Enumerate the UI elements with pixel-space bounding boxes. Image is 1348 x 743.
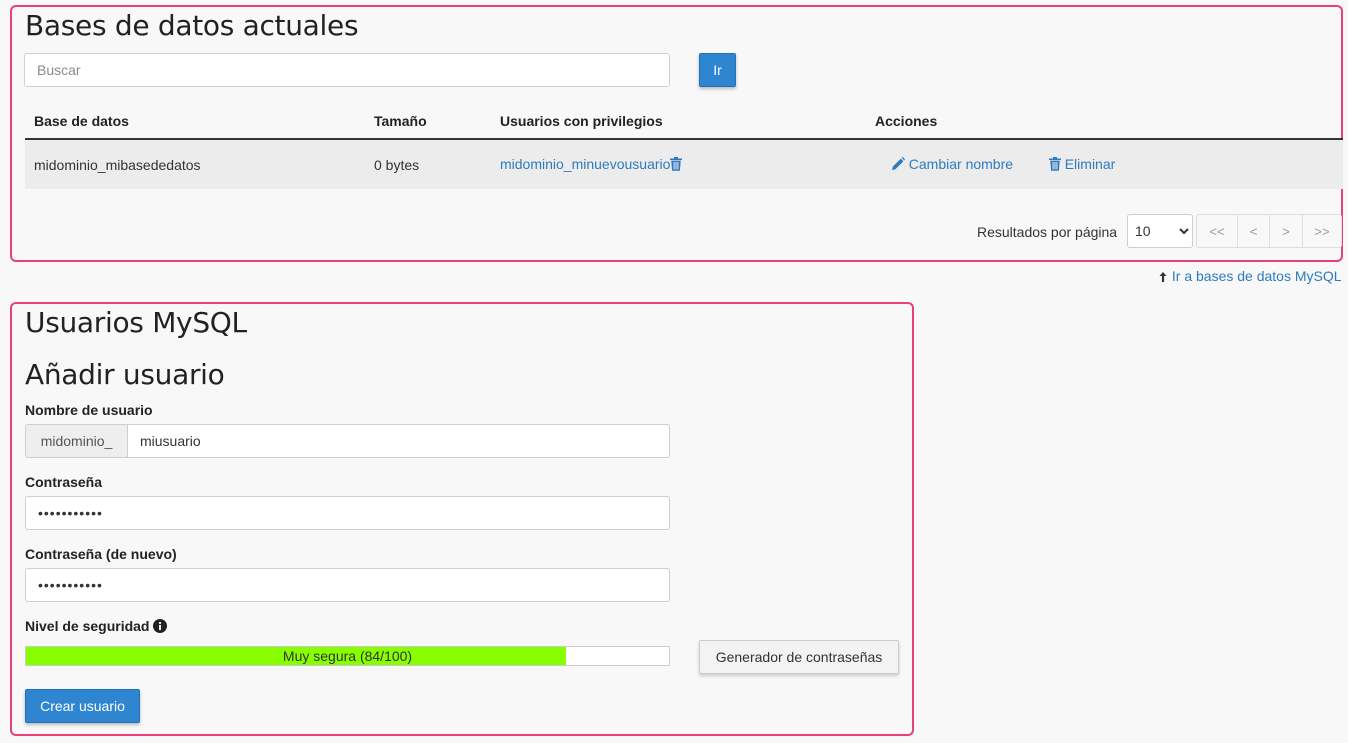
table-header-row: Base de datos Tamaño Usuarios con privil… bbox=[25, 103, 1343, 140]
prev-page-button[interactable]: < bbox=[1237, 214, 1270, 248]
rename-database-link[interactable]: Cambiar nombre bbox=[891, 156, 1017, 172]
strength-label: Nivel de seguridad bbox=[25, 618, 168, 636]
search-go-button[interactable]: Ir bbox=[699, 53, 736, 87]
last-page-button[interactable]: >> bbox=[1302, 214, 1342, 248]
strength-meter-text: Muy segura (84/100) bbox=[282, 648, 413, 664]
results-per-page-label: Resultados por página bbox=[977, 224, 1118, 240]
trash-icon bbox=[1048, 156, 1061, 174]
column-header-database[interactable]: Base de datos bbox=[25, 103, 365, 140]
create-user-button[interactable]: Crear usuario bbox=[25, 689, 140, 723]
strength-meter: Muy segura (84/100) bbox=[25, 646, 670, 666]
info-icon[interactable] bbox=[153, 619, 168, 636]
password-confirm-label: Contraseña (de nuevo) bbox=[25, 546, 177, 562]
password-input[interactable] bbox=[25, 496, 670, 530]
arrow-up-icon bbox=[1158, 270, 1168, 286]
next-page-button[interactable]: > bbox=[1269, 214, 1303, 248]
databases-title: Bases de datos actuales bbox=[25, 9, 359, 42]
table-row: midominio_mibasededatos 0 bytes midomini… bbox=[25, 139, 1343, 189]
delete-label: Eliminar bbox=[1064, 155, 1116, 172]
database-size-cell: 0 bytes bbox=[365, 139, 491, 189]
database-name-cell: midominio_mibasededatos bbox=[25, 139, 365, 189]
strength-label-text: Nivel de seguridad bbox=[25, 618, 150, 634]
search-input[interactable] bbox=[24, 53, 670, 87]
goto-mysql-label: Ir a bases de datos MySQL bbox=[1171, 268, 1342, 284]
pencil-icon bbox=[891, 156, 905, 174]
rename-label: Cambiar nombre bbox=[908, 155, 1014, 172]
mysql-users-panel: Usuarios MySQL Añadir usuario Nombre de … bbox=[10, 302, 914, 736]
username-label: Nombre de usuario bbox=[25, 402, 153, 418]
trash-icon[interactable] bbox=[670, 156, 683, 174]
password-generator-button[interactable]: Generador de contraseñas bbox=[699, 640, 899, 674]
results-per-page-select[interactable]: 10 bbox=[1127, 214, 1193, 248]
goto-mysql-databases-link[interactable]: Ir a bases de datos MySQL bbox=[1158, 268, 1342, 286]
users-title: Usuarios MySQL bbox=[25, 306, 247, 339]
column-header-size[interactable]: Tamaño bbox=[365, 103, 491, 140]
column-header-actions: Acciones bbox=[866, 103, 1343, 140]
delete-database-link[interactable]: Eliminar bbox=[1048, 155, 1116, 174]
add-user-title: Añadir usuario bbox=[25, 358, 225, 391]
databases-table: Base de datos Tamaño Usuarios con privil… bbox=[25, 103, 1343, 189]
database-users-cell: midominio_minuevousuario bbox=[491, 139, 866, 189]
password-confirm-input[interactable] bbox=[25, 568, 670, 602]
username-input[interactable] bbox=[127, 424, 670, 458]
privileged-user-link[interactable]: midominio_minuevousuario bbox=[500, 156, 670, 172]
pagination: << < > >> bbox=[1196, 214, 1342, 248]
databases-panel: Bases de datos actuales Ir Base de datos… bbox=[10, 5, 1343, 262]
password-label: Contraseña bbox=[25, 474, 103, 490]
username-prefix: midominio_ bbox=[25, 424, 128, 458]
column-header-users: Usuarios con privilegios bbox=[491, 103, 866, 140]
database-actions-cell: Cambiar nombre Eliminar bbox=[866, 139, 1343, 189]
first-page-button[interactable]: << bbox=[1196, 214, 1238, 248]
